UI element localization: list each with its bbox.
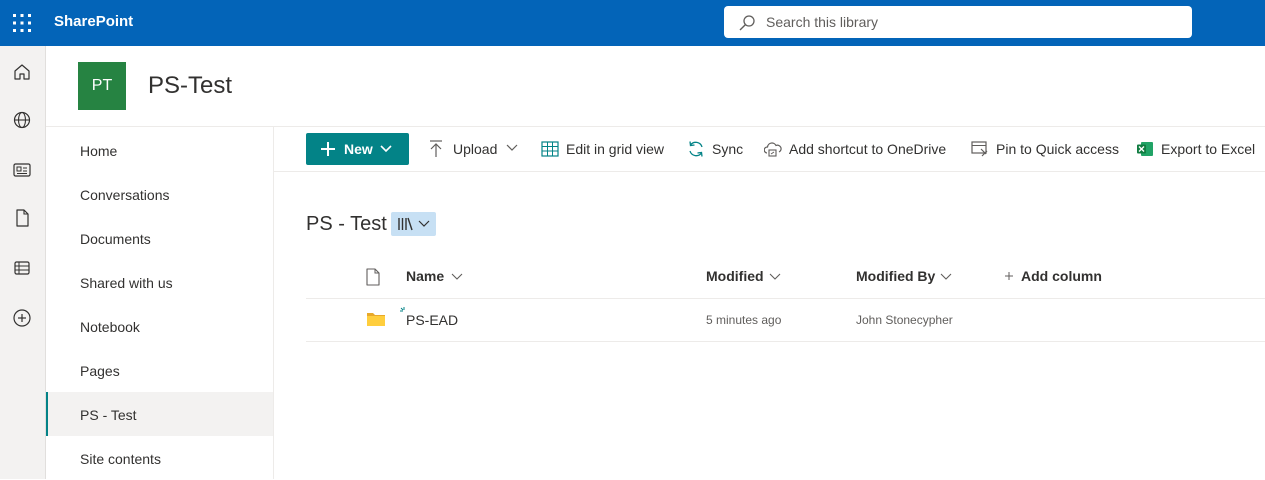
nav-item-pages[interactable]: Pages: [46, 348, 273, 392]
nav-item-home[interactable]: Home: [46, 128, 273, 172]
search-input[interactable]: [766, 12, 1166, 32]
news-icon[interactable]: [12, 160, 32, 180]
nav-item-label: PS - Test: [80, 407, 137, 423]
site-title[interactable]: PS-Test: [148, 72, 232, 100]
column-header-label: Modified: [706, 268, 764, 284]
add-shortcut-label: Add shortcut to OneDrive: [789, 141, 947, 157]
app-bar: [0, 46, 46, 479]
site-logo-initials: PT: [91, 77, 113, 94]
column-header-modified-by[interactable]: Modified By: [856, 268, 956, 284]
folder-icon: [367, 313, 385, 326]
nav-item-documents[interactable]: Documents: [46, 216, 273, 260]
file-icon[interactable]: [12, 208, 32, 228]
nav-item-label: Home: [80, 143, 118, 159]
chevron-down-icon: [380, 145, 392, 153]
nav-item-label: Documents: [80, 231, 151, 247]
nav-item-notebook[interactable]: Notebook: [46, 304, 273, 348]
brand-link[interactable]: SharePoint: [54, 13, 133, 30]
sync-icon: [689, 141, 703, 157]
nav-item-label: Pages: [80, 363, 120, 379]
upload-button[interactable]: Upload: [428, 139, 520, 159]
globe-icon[interactable]: [12, 110, 32, 130]
view-options-button[interactable]: [391, 212, 436, 236]
suite-bar: SharePoint: [0, 0, 1265, 46]
export-excel-button[interactable]: Export to Excel: [1136, 139, 1261, 159]
command-bar: New Upload Edit in grid view Sync Add sh…: [274, 127, 1265, 172]
app-launcher-icon[interactable]: [12, 13, 32, 33]
grid-icon: [541, 141, 559, 157]
excel-icon: [1137, 142, 1153, 156]
column-header-name[interactable]: Name: [406, 268, 466, 284]
column-header-modified[interactable]: Modified: [706, 268, 786, 284]
chevron-down-icon: [506, 144, 518, 151]
column-header-label: Name: [406, 268, 445, 284]
new-button-label: New: [344, 141, 373, 157]
item-modified-by[interactable]: John Stonecypher: [856, 313, 953, 327]
library-title: PS - Test: [306, 213, 387, 235]
item-name-link[interactable]: PS-EAD: [406, 312, 458, 328]
nav-item-site-contents[interactable]: Site contents: [46, 436, 273, 480]
chevron-down-icon: [769, 273, 781, 280]
nav-item-label: Notebook: [80, 319, 140, 335]
item-modified: 5 minutes ago: [706, 313, 782, 327]
nav-item-ps-test[interactable]: PS - Test: [46, 392, 273, 436]
sync-button[interactable]: Sync: [687, 139, 747, 159]
pin-quick-access-label: Pin to Quick access: [996, 141, 1119, 157]
nav-item-label: Shared with us: [80, 275, 173, 291]
left-navigation: Home Conversations Documents Shared with…: [46, 127, 274, 479]
file-type-icon[interactable]: [366, 268, 380, 286]
sync-label: Sync: [712, 141, 744, 157]
column-header-label: Modified By: [856, 268, 936, 284]
nav-item-conversations[interactable]: Conversations: [46, 172, 273, 216]
row-divider: [306, 341, 1265, 342]
list-icon[interactable]: [12, 258, 32, 278]
add-column-label: Add column: [1021, 268, 1102, 284]
edit-grid-view-button[interactable]: Edit in grid view: [541, 139, 669, 159]
search-icon: [739, 15, 755, 31]
plus-icon: [321, 142, 335, 156]
chevron-down-icon: [418, 220, 430, 227]
nav-item-shared-with-us[interactable]: Shared with us: [46, 260, 273, 304]
nav-item-label: Conversations: [80, 187, 170, 203]
shortcut-icon: [764, 142, 782, 157]
search-box[interactable]: [724, 6, 1192, 38]
nav-item-label: Site contents: [80, 451, 161, 467]
library-icon: [398, 217, 413, 231]
pin-icon: [971, 141, 988, 157]
pin-quick-access-button[interactable]: Pin to Quick access: [971, 139, 1121, 159]
upload-label: Upload: [453, 141, 498, 157]
upload-icon: [430, 140, 442, 157]
home-icon[interactable]: [12, 62, 32, 82]
site-logo[interactable]: PT: [78, 62, 126, 110]
new-button[interactable]: New: [306, 133, 409, 165]
chevron-down-icon: [451, 273, 463, 280]
edit-grid-view-label: Edit in grid view: [566, 141, 665, 157]
chevron-down-icon: [940, 273, 952, 280]
export-excel-label: Export to Excel: [1161, 141, 1256, 157]
plus-icon: [1005, 272, 1013, 280]
table-row[interactable]: PS-EAD 5 minutes ago John Stonecypher: [306, 299, 1265, 341]
create-icon[interactable]: [12, 308, 32, 328]
add-shortcut-button[interactable]: Add shortcut to OneDrive: [764, 139, 952, 159]
